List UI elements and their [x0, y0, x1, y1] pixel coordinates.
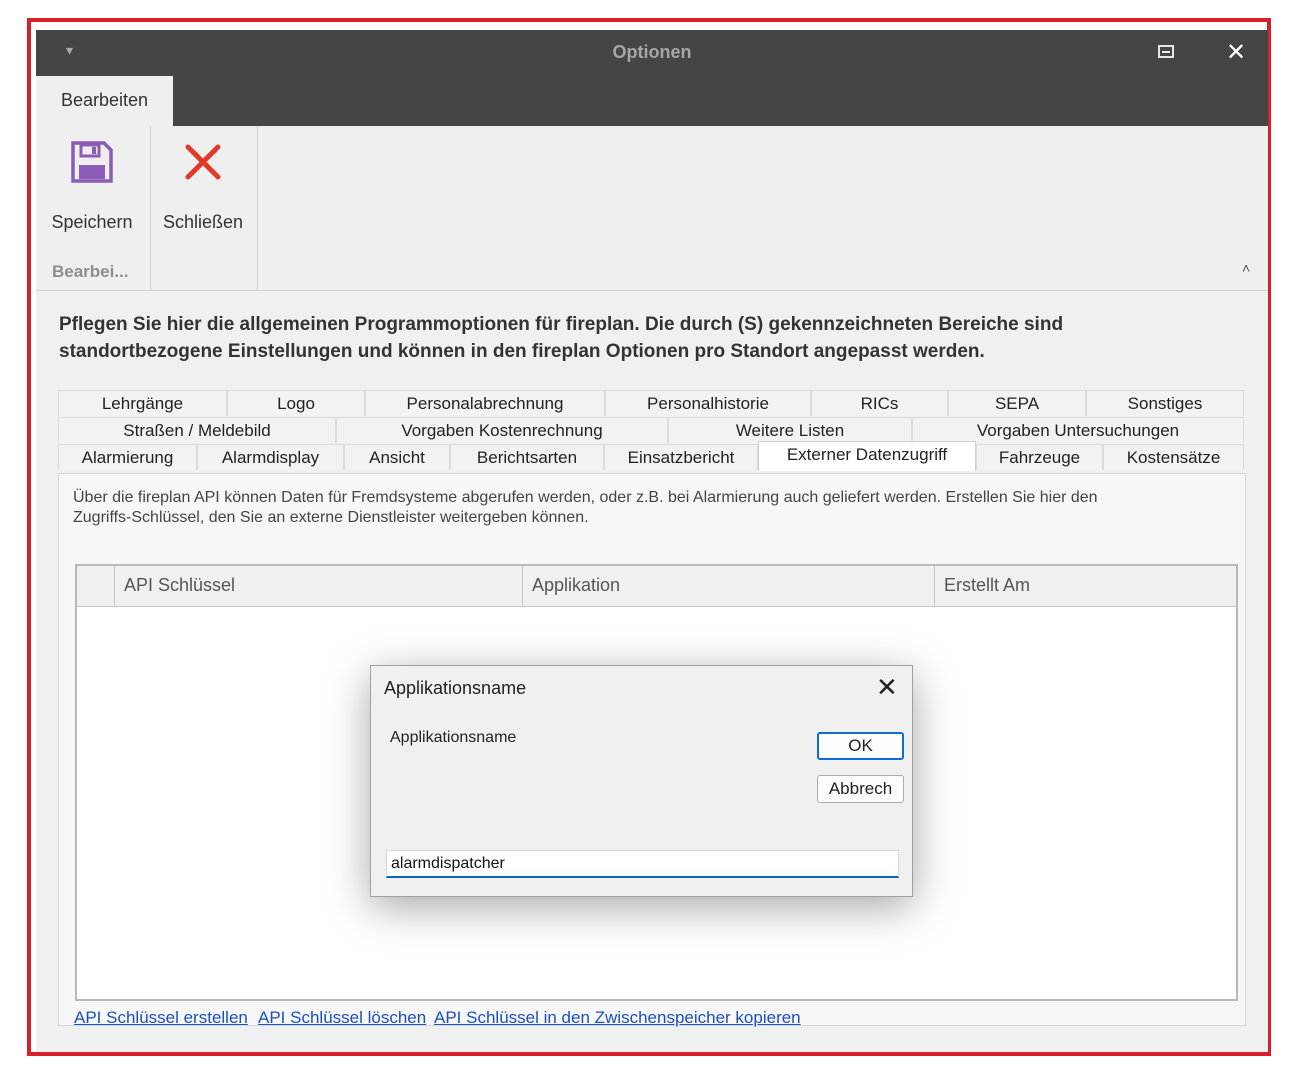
- restore-window-icon[interactable]: [1158, 45, 1174, 58]
- tab-row-3: Alarmierung Alarmdisplay Ansicht Bericht…: [58, 441, 1244, 471]
- tab-externer-datenzugriff[interactable]: Externer Datenzugriff: [758, 441, 976, 471]
- collapse-ribbon-icon[interactable]: ˄: [1242, 260, 1250, 276]
- ribbon-tab-strip: Bearbeiten: [36, 76, 1268, 126]
- delete-api-key-link[interactable]: API Schlüssel löschen: [258, 1008, 426, 1028]
- tab-row-2: Straßen / Meldebild Vorgaben Kostenrechn…: [58, 417, 1244, 444]
- save-button[interactable]: Speichern: [48, 136, 136, 246]
- create-api-key-link[interactable]: API Schlüssel erstellen: [74, 1008, 248, 1028]
- copy-api-key-link[interactable]: API Schlüssel in den Zwischenspeicher ko…: [434, 1008, 801, 1028]
- ribbon-tab-bearbeiten[interactable]: Bearbeiten: [36, 76, 173, 126]
- close-button[interactable]: Schließen: [158, 136, 248, 246]
- tab-fahrzeuge[interactable]: Fahrzeuge: [976, 444, 1103, 470]
- tab-logo[interactable]: Logo: [227, 390, 365, 416]
- tab-rics[interactable]: RICs: [811, 390, 948, 416]
- tab-sonstiges[interactable]: Sonstiges: [1086, 390, 1244, 416]
- ok-button[interactable]: OK: [817, 732, 904, 760]
- application-name-input[interactable]: [386, 850, 899, 878]
- tab-personalabrechnung[interactable]: Personalabrechnung: [365, 390, 605, 416]
- close-label: Schließen: [162, 212, 244, 232]
- title-bar: ▾ Optionen ✕: [36, 30, 1268, 76]
- close-window-icon[interactable]: ✕: [1226, 38, 1246, 68]
- tab-weitere-listen[interactable]: Weitere Listen: [668, 417, 912, 443]
- dialog-close-icon[interactable]: ✕: [876, 672, 898, 702]
- tab-sepa[interactable]: SEPA: [948, 390, 1086, 416]
- tab-kostensaetze[interactable]: Kostensätze: [1103, 444, 1244, 470]
- intro-text: Pflegen Sie hier die allgemeinen Program…: [59, 314, 1064, 362]
- tab-row-1: Lehrgänge Logo Personalabrechnung Person…: [58, 390, 1244, 417]
- tab-ansicht[interactable]: Ansicht: [344, 444, 450, 470]
- save-label: Speichern: [51, 212, 133, 232]
- options-tabs: Lehrgänge Logo Personalabrechnung Person…: [58, 390, 1244, 471]
- tab-einsatzbericht[interactable]: Einsatzbericht: [604, 444, 758, 470]
- red-x-icon: [185, 144, 221, 180]
- cancel-button[interactable]: Abbrech: [817, 775, 904, 803]
- column-header-applikation[interactable]: Applikation: [522, 566, 934, 606]
- dialog-title: Applikationsname: [384, 678, 527, 698]
- ribbon-separator: [257, 126, 258, 290]
- tab-strassen-meldebild[interactable]: Straßen / Meldebild: [58, 417, 336, 443]
- tab-lehrgaenge[interactable]: Lehrgänge: [58, 390, 227, 416]
- tab-alarmierung[interactable]: Alarmierung: [58, 444, 197, 470]
- column-header-erstellt-am[interactable]: Erstellt Am: [934, 566, 1236, 606]
- dialog-prompt: Applikationsname: [390, 729, 517, 746]
- tab-personalhistorie[interactable]: Personalhistorie: [605, 390, 811, 416]
- options-window: ▾ Optionen ✕ Bearbeiten Speichern Schlie…: [36, 30, 1268, 1052]
- page-description: Über die fireplan API können Daten für F…: [73, 489, 1098, 526]
- floppy-disk-icon: [71, 141, 113, 183]
- tab-vorgaben-kostenrechnung[interactable]: Vorgaben Kostenrechnung: [336, 417, 668, 443]
- ribbon-bar: Speichern Schließen Bearbei... ˄: [36, 126, 1268, 291]
- grid-header: API Schlüssel Applikation Erstellt Am: [77, 566, 1236, 607]
- application-name-dialog: Applikationsname ✕ Applikationsname OK A…: [370, 665, 913, 897]
- tab-vorgaben-untersuchungen[interactable]: Vorgaben Untersuchungen: [912, 417, 1244, 443]
- row-indicator-header: [77, 566, 115, 606]
- tab-alarmdisplay[interactable]: Alarmdisplay: [197, 444, 344, 470]
- tab-berichtsarten[interactable]: Berichtsarten: [450, 444, 604, 470]
- column-header-api-schluessel[interactable]: API Schlüssel: [114, 566, 523, 606]
- ribbon-separator: [150, 126, 151, 290]
- ribbon-group-label: Bearbei...: [52, 262, 129, 281]
- window-title: Optionen: [612, 42, 692, 62]
